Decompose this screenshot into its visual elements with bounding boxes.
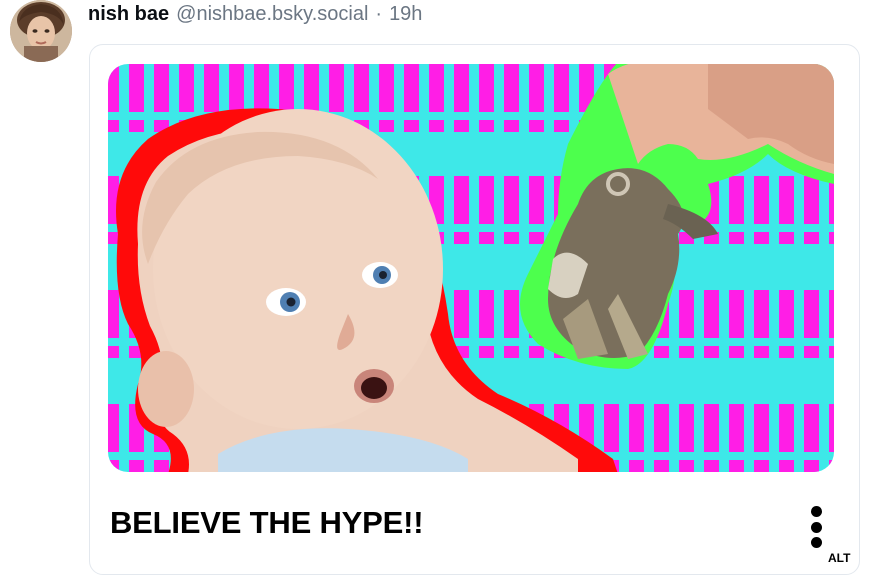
post-timestamp[interactable]: 19h [389,1,422,27]
author-avatar[interactable] [10,0,72,62]
vertical-dots-icon-dot-3 [810,537,822,548]
vertical-dots-icon [810,506,822,517]
author-display-name[interactable]: nish bae [88,1,169,27]
embed-image-art [108,64,834,472]
alt-text-badge[interactable]: ALT [822,548,857,568]
vertical-dots-icon-dot-2 [810,521,822,533]
header-separator: · [375,3,383,25]
author-handle[interactable]: @nishbae.bsky.social [176,1,368,27]
more-options-button[interactable] [802,506,830,548]
avatar-image [10,0,72,62]
embed-caption: BELIEVE THE HYPE!! [110,505,424,540]
embed-image[interactable] [108,64,834,472]
post-header: nish bae @nishbae.bsky.social · 19h [88,1,422,27]
